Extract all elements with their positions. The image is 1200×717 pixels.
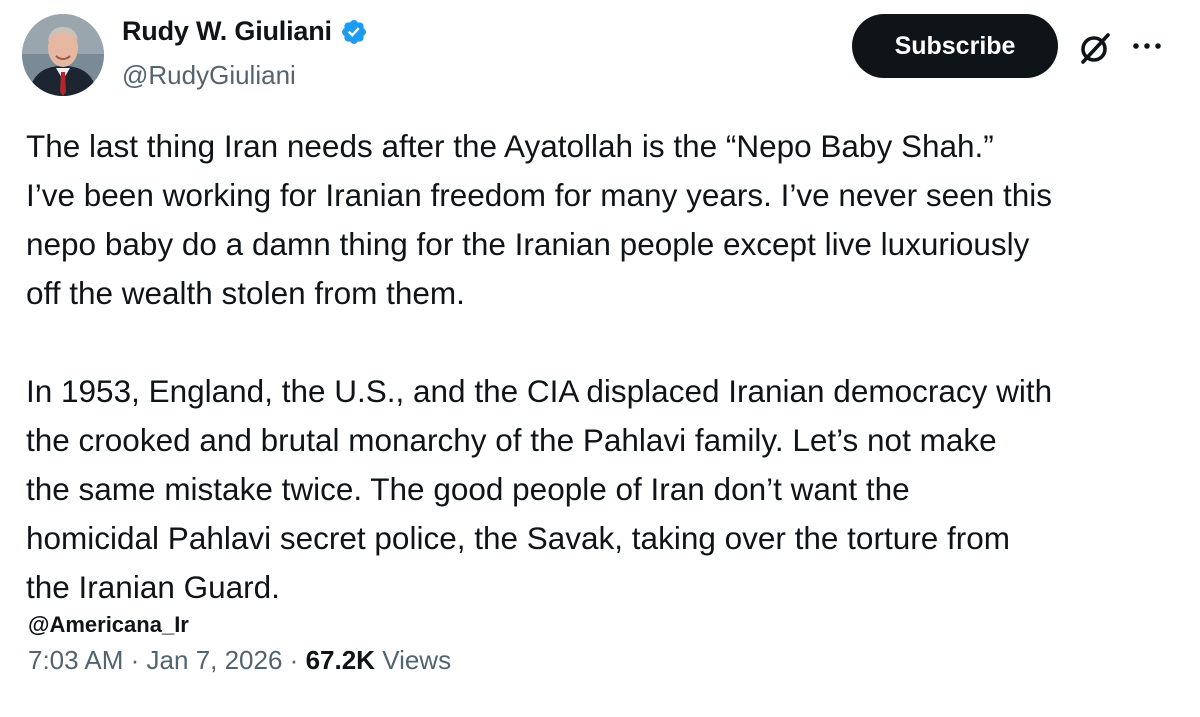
tweet-line: the crooked and brutal monarchy of the P… (26, 422, 997, 458)
tweet-line: homicidal Pahlavi secret police, the Sav… (26, 520, 1010, 556)
more-icon[interactable] (1129, 28, 1165, 64)
verified-badge-icon[interactable] (340, 18, 368, 46)
meta-separator: · (130, 645, 140, 675)
tweet-paragraph: The last thing Iran needs after the Ayat… (26, 122, 1186, 318)
tweet-paragraph: In 1953, England, the U.S., and the CIA … (26, 367, 1186, 612)
tweet-line: the same mistake twice. The good people … (26, 471, 910, 507)
tweet-line: the Iranian Guard. (26, 569, 280, 605)
author-handle[interactable]: @RudyGiuliani (122, 60, 296, 91)
author-display-name[interactable]: Rudy W. Giuliani (122, 16, 332, 47)
tweet-time[interactable]: 7:03 AM (28, 645, 123, 675)
avatar-image (22, 14, 104, 96)
watermark-text: @Americana_Ir (28, 612, 189, 637)
tweet-line: I’ve been working for Iranian freedom fo… (26, 177, 1052, 213)
tweet-text: The last thing Iran needs after the Ayat… (26, 122, 1186, 612)
views-count[interactable]: 67.2K (306, 645, 375, 675)
meta-separator: · (289, 645, 299, 675)
grok-icon[interactable] (1075, 28, 1115, 68)
tweet-line: In 1953, England, the U.S., and the CIA … (26, 373, 1053, 409)
author-name-row: Rudy W. Giuliani (122, 16, 368, 47)
tweet-meta: 7:03 AM · Jan 7, 2026 · 67.2K Views (28, 645, 451, 676)
tweet-line: nepo baby do a damn thing for the Irania… (26, 226, 1030, 262)
tweet-line: The last thing Iran needs after the Ayat… (26, 128, 994, 164)
views-label: Views (382, 645, 452, 675)
tweet-date[interactable]: Jan 7, 2026 (147, 645, 283, 675)
subscribe-button[interactable]: Subscribe (852, 14, 1058, 78)
author-avatar[interactable] (22, 14, 104, 96)
tweet-line: off the wealth stolen from them. (26, 275, 465, 311)
